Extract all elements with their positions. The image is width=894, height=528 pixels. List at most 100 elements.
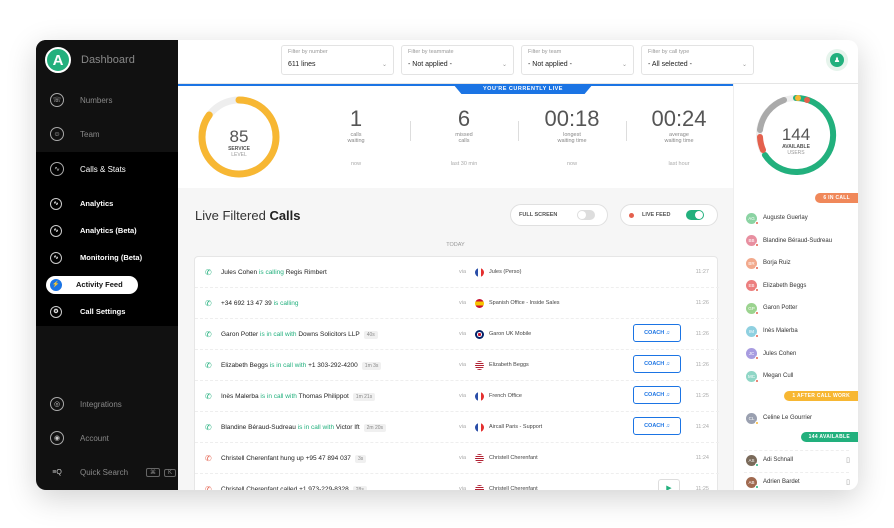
call-description: Christell Cherenfant called +1 973-229-8…	[221, 486, 367, 490]
user-icon: ♟	[830, 53, 844, 67]
sidebar-item-activity-feed[interactable]: ⚡ Activity Feed	[36, 271, 178, 298]
feed-title: Live Filtered Calls	[195, 208, 301, 223]
flag-icon	[475, 454, 484, 463]
user-icon: ☺	[50, 127, 64, 141]
call-time: 11:25	[695, 486, 709, 490]
coach-button[interactable]: COACH ♫	[633, 355, 681, 373]
call-duration: 3s	[354, 455, 367, 463]
coach-button[interactable]: COACH ♫	[633, 386, 681, 404]
integrations-icon: ◎	[50, 397, 64, 411]
roster-member[interactable]: IM Inès Malerba	[746, 321, 856, 341]
filter-number[interactable]: Filter by number 611 lines ⌄	[281, 45, 394, 75]
aircall-logo[interactable]: A	[45, 47, 71, 73]
sidebar-item-team[interactable]: ☺ Team	[36, 117, 178, 151]
member-name: Blandine Béraud-Sudreau	[763, 237, 833, 244]
coach-button[interactable]: COACH ♫	[633, 324, 681, 342]
avatar: AB	[746, 476, 759, 489]
roster-member[interactable]: BR Borja Ruiz	[746, 253, 856, 273]
call-row[interactable]: ✆ Garon Potter is in call with Downs Soli…	[195, 319, 719, 350]
sidebar-item-calls-stats[interactable]: ∿ Calls & Stats	[36, 152, 178, 186]
call-row[interactable]: ✆ +34 692 13 47 39 is calling via Spanish O…	[195, 288, 719, 319]
in-call-arc	[757, 134, 766, 153]
phone-icon: ✆	[205, 268, 212, 277]
service-level-value: 85	[230, 127, 249, 146]
chart-icon: ∿	[50, 251, 62, 264]
sidebar-item-call-settings[interactable]: ⚙ Call Settings	[36, 298, 178, 325]
avatar: EB	[746, 280, 759, 293]
member-name: Celine Le Gourrier	[763, 415, 813, 421]
k-key: K	[164, 469, 177, 477]
roster-member[interactable]: JC Jules Cohen	[746, 344, 856, 364]
sidebar-item-quick-search[interactable]: ≡Q Quick Search ⌘ K	[36, 455, 178, 489]
filter-call-type[interactable]: Filter by call type - All selected - ⌄	[641, 45, 754, 75]
sidebar-header: A Dashboard	[36, 40, 178, 80]
filter-bar: Filter by number 611 lines ⌄ Filter by tea…	[178, 40, 858, 84]
live-dot-icon	[629, 212, 634, 218]
line-name: Garon UK Mobile	[489, 331, 532, 337]
roster-member[interactable]: EB Elizabeth Beggs	[746, 276, 856, 296]
roster-member[interactable]: AG Auguste Guerlay	[746, 208, 856, 228]
coach-button[interactable]: COACH ♫	[633, 417, 681, 435]
sidebar-item-account[interactable]: ◉ Account	[36, 421, 178, 455]
divider	[410, 121, 411, 141]
sidebar-item-monitoring-beta[interactable]: ∿ Monitoring (Beta)	[36, 244, 178, 271]
call-row[interactable]: ✆ Christell Cherenfant hung up +95 47 894…	[195, 443, 719, 474]
call-time: 11:26	[695, 331, 709, 337]
call-row[interactable]: ✆ Elizabeth Beggs is in call with +1 303-…	[195, 350, 719, 381]
filter-team[interactable]: Filter by team - Not applied - ⌄	[521, 45, 634, 75]
call-time: 11:26	[695, 300, 709, 306]
flag-icon	[475, 330, 484, 339]
roster-member[interactable]: BB Blandine Béraud-Sudreau	[746, 231, 856, 251]
lightning-icon: ⚡	[50, 278, 62, 291]
gear-icon: ⚙	[50, 305, 62, 318]
user-avatar[interactable]: ♟	[826, 49, 848, 71]
sidebar-item-integrations[interactable]: ◎ Integrations	[36, 387, 178, 421]
status-dot	[804, 97, 810, 103]
stat-longest-waiting: 00:18 longest waiting time now	[544, 106, 600, 167]
via-label: via	[459, 331, 467, 337]
flag-icon	[475, 299, 484, 308]
play-button[interactable]: ▶	[658, 479, 680, 490]
member-name: Adrien Bardet	[763, 479, 800, 485]
sidebar-item-numbers[interactable]: ☏ Numbers	[36, 83, 178, 117]
roster-member[interactable]: AB Adrien Bardet ▯	[746, 472, 856, 490]
quick-search-icon: ≡Q	[52, 468, 62, 476]
dashboard-title[interactable]: Dashboard	[81, 54, 135, 66]
service-level-label2: LEVEL	[231, 152, 247, 158]
sidebar-item-analytics[interactable]: ∿ Analytics	[36, 190, 178, 217]
call-row[interactable]: ✆ Jules Cohen is calling Regis Rimbert via…	[195, 257, 719, 288]
via-label: via	[459, 300, 467, 306]
chevron-down-icon: ⌄	[621, 62, 627, 68]
member-name: Adi Schnall	[763, 457, 794, 463]
sidebar-item-analytics-beta[interactable]: ∿ Analytics (Beta)	[36, 217, 178, 244]
available-users-gauge: 144 AVAILABLE USERS	[756, 94, 837, 175]
call-row[interactable]: ✆ Inès Malerba is in call with Thomas Phi…	[195, 381, 719, 412]
line-name: Aircall Paris - Support	[489, 424, 543, 430]
roster-member[interactable]: GP Garon Potter	[746, 298, 856, 318]
call-row[interactable]: ✆ Blandine Béraud-Sudreau is in call with…	[195, 412, 719, 443]
call-list: ✆ Jules Cohen is calling Regis Rimbert via…	[194, 256, 719, 490]
available-users-panel: 144 AVAILABLE USERS	[733, 84, 858, 188]
avatar: AS	[746, 454, 759, 467]
roster-member[interactable]: CL Celine Le Gourrier	[746, 408, 856, 428]
available-tag: 144 AVAILABLE	[800, 432, 858, 442]
sidebar: A Dashboard ☏ Numbers ☺ Team ∿ Calls & Stat…	[36, 40, 178, 490]
day-separator: TODAY	[446, 242, 465, 248]
full-screen-toggle[interactable]: FULL SCREEN	[510, 204, 608, 226]
call-duration: 2m 20s	[363, 424, 387, 432]
live-feed-toggle[interactable]: LIVE FEED	[620, 204, 718, 226]
chevron-down-icon: ⌄	[741, 62, 747, 68]
roster-member[interactable]: AS Adi Schnall ▯	[746, 450, 856, 470]
stats-icon: ∿	[50, 162, 64, 176]
toggle-switch[interactable]	[577, 210, 596, 220]
filter-teammate[interactable]: Filter by teammate - Not applied - ⌄	[401, 45, 514, 75]
avatar: JC	[746, 348, 759, 361]
flag-icon	[475, 361, 484, 370]
roster-member[interactable]: MC Megan Cull	[746, 366, 856, 386]
toggle-switch[interactable]	[686, 210, 705, 220]
stat-calls-waiting: 1 calls waiting now	[347, 106, 365, 167]
line-name: Spanish Office - Inside Sales	[489, 300, 560, 306]
after-call-tag: 1 AFTER CALL WORK	[784, 391, 858, 401]
call-row[interactable]: ✆ Christell Cherenfant called +1 973-229-…	[195, 474, 719, 490]
status-dot	[795, 95, 801, 101]
